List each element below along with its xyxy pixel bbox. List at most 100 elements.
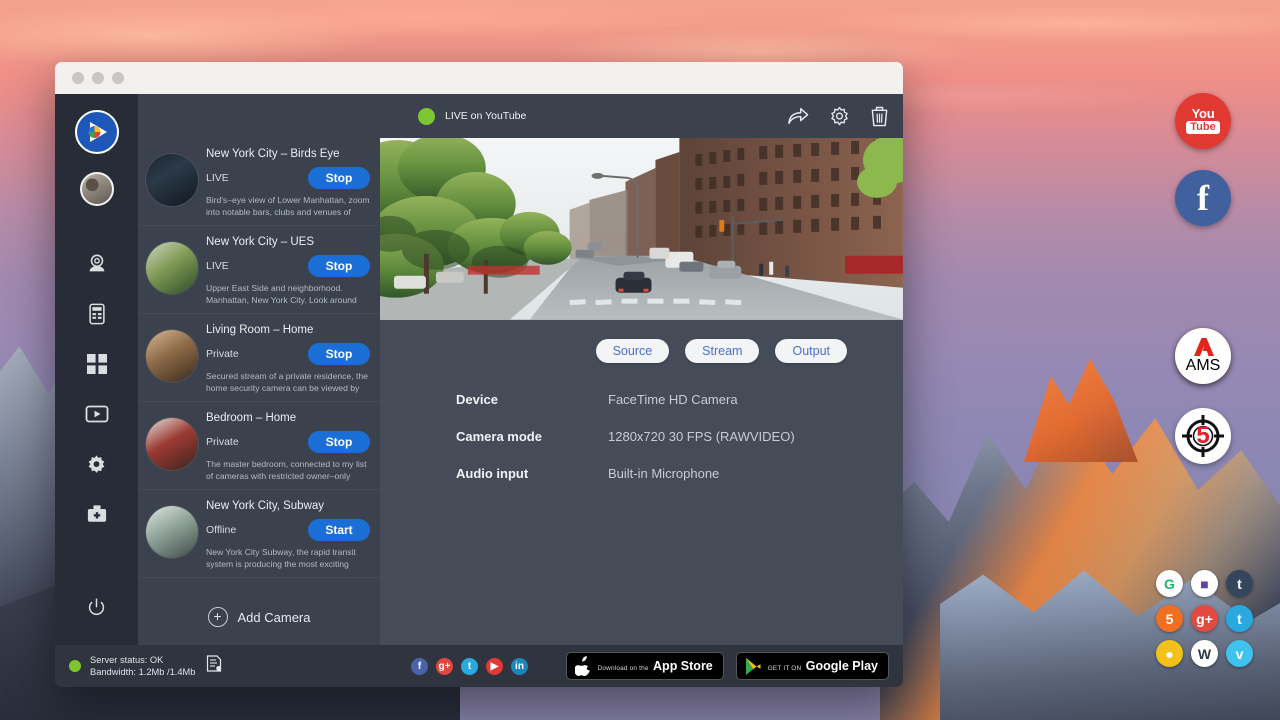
- window-body: New York City – Birds EyeLIVEStopBird's–…: [55, 94, 903, 645]
- share-button[interactable]: [787, 106, 809, 126]
- window-titlebar: [55, 62, 903, 94]
- desktop-mini-icon-grammarly[interactable]: G: [1156, 570, 1183, 597]
- desktop-shortcut-red5[interactable]: 5: [1175, 408, 1231, 464]
- camera-thumbnail: [146, 242, 198, 294]
- camera-thumbnail: [146, 506, 198, 558]
- camera-toggle-button[interactable]: Stop: [308, 255, 370, 277]
- app-store-button[interactable]: Download on the App Store: [566, 652, 724, 680]
- footer-social-linkedin-icon[interactable]: in: [511, 658, 528, 675]
- main-panel: LIVE on YouTube: [380, 94, 903, 645]
- desktop: You Tube f AMS 5 G ■ t 5 g+ t ● Wv: [0, 0, 1280, 720]
- desktop-mini-icon-red5-mini[interactable]: 5: [1156, 605, 1183, 632]
- log-icon[interactable]: [206, 655, 222, 677]
- server-status-group: Server status: OK Bandwidth: 1.2Mb /1.4M…: [69, 654, 379, 678]
- settings-tabs[interactable]: Source Stream Output: [380, 320, 903, 363]
- adobe-ams-label: AMS: [1186, 357, 1221, 375]
- desktop-mini-icon-flash[interactable]: ●: [1156, 640, 1183, 667]
- desktop-mini-icon-twitch[interactable]: ■: [1191, 570, 1218, 597]
- window-close-button[interactable]: [72, 72, 84, 84]
- desktop-mini-icon-google-plus[interactable]: g+: [1191, 605, 1218, 632]
- stream-settings-button[interactable]: [829, 106, 850, 127]
- window-minimize-button[interactable]: [92, 72, 104, 84]
- youtube-you-text: You: [1192, 108, 1215, 120]
- google-play-main: Google Play: [806, 659, 878, 673]
- sidebar-item-power[interactable]: [77, 587, 117, 627]
- app-store-sub: Download on the: [598, 665, 649, 672]
- camera-status-row: LIVEStop: [206, 255, 370, 277]
- camera-list-column: New York City – Birds EyeLIVEStopBird's–…: [138, 94, 380, 645]
- info-row: Audio inputBuilt-in Microphone: [456, 466, 903, 481]
- camera-status-label: Private: [206, 436, 239, 448]
- left-nav-rail: [55, 94, 138, 645]
- google-play-sub: GET IT ON: [768, 665, 802, 672]
- camera-list-item[interactable]: Bedroom – HomePrivateStopThe master bedr…: [138, 402, 380, 490]
- tab-stream[interactable]: Stream: [685, 339, 759, 363]
- sidebar-item-dashboard[interactable]: [77, 344, 117, 384]
- footer-social-google-plus-icon[interactable]: g+: [436, 658, 453, 675]
- server-status-line: Server status: OK: [90, 655, 163, 665]
- camera-description: New York City Subway, the rapid transit …: [206, 547, 370, 570]
- camera-item-body: New York City – UESLIVEStopUpper East Si…: [206, 235, 370, 306]
- camera-list-item[interactable]: New York City – Birds EyeLIVEStopBird's–…: [138, 138, 380, 226]
- desktop-mini-icon-vimeo[interactable]: v: [1226, 640, 1253, 667]
- camera-list-item[interactable]: New York City – UESLIVEStopUpper East Si…: [138, 226, 380, 314]
- footer-social-facebook-icon[interactable]: f: [411, 658, 428, 675]
- camera-toggle-button[interactable]: Stop: [308, 343, 370, 365]
- camera-thumbnail: [146, 418, 198, 470]
- desktop-mini-icon-tumblr[interactable]: t: [1226, 570, 1253, 597]
- server-status-dot: [69, 660, 81, 672]
- desktop-shortcut-facebook[interactable]: f: [1175, 170, 1231, 226]
- camera-description: Secured stream of a private residence, t…: [206, 371, 370, 394]
- video-preview[interactable]: [380, 138, 903, 320]
- facebook-f-glyph: f: [1197, 178, 1209, 218]
- toolbar-actions: [787, 106, 889, 127]
- footer-social-youtube-icon[interactable]: ▶: [486, 658, 503, 675]
- trash-icon: [870, 106, 889, 127]
- footer-social-links[interactable]: f g+ t ▶ in: [411, 658, 528, 675]
- delete-button[interactable]: [870, 106, 889, 127]
- sidebar-item-app-logo[interactable]: [75, 110, 119, 154]
- camera-status-row: LIVEStop: [206, 167, 370, 189]
- footer-social-twitter-icon[interactable]: t: [461, 658, 478, 675]
- camera-description: Bird's–eye view of Lower Manhattan, zoom…: [206, 195, 370, 218]
- info-value: 1280x720 30 FPS (RAWVIDEO): [608, 429, 795, 444]
- sidebar-item-webcam[interactable]: [77, 244, 117, 284]
- camera-list[interactable]: New York City – Birds EyeLIVEStopBird's–…: [138, 138, 380, 585]
- plus-icon: +: [208, 607, 228, 627]
- status-footer: Server status: OK Bandwidth: 1.2Mb /1.4M…: [55, 645, 903, 687]
- live-status-label: LIVE on YouTube: [445, 110, 526, 122]
- desktop-mini-icon-twitter[interactable]: t: [1226, 605, 1253, 632]
- desktop-mini-icon-wordpress[interactable]: W: [1191, 640, 1218, 667]
- sidebar-item-user-avatar[interactable]: [80, 172, 114, 206]
- info-value: Built-in Microphone: [608, 466, 719, 481]
- tab-source[interactable]: Source: [596, 339, 670, 363]
- camera-title: New York City – UES: [206, 235, 370, 250]
- camera-list-item[interactable]: Living Room – HomePrivateStopSecured str…: [138, 314, 380, 402]
- add-camera-button[interactable]: + Add Camera: [138, 585, 380, 645]
- camera-status-row: OfflineStart: [206, 519, 370, 541]
- camera-toggle-button[interactable]: Stop: [308, 431, 370, 453]
- camera-toggle-button[interactable]: Start: [308, 519, 370, 541]
- red5-number: 5: [1196, 424, 1209, 448]
- google-play-icon: [745, 657, 762, 676]
- desktop-shortcut-youtube[interactable]: You Tube: [1175, 93, 1231, 149]
- camera-toggle-button[interactable]: Stop: [308, 167, 370, 189]
- tab-output[interactable]: Output: [775, 339, 847, 363]
- sidebar-item-settings[interactable]: [77, 444, 117, 484]
- adobe-a-icon: [1191, 337, 1215, 357]
- app-store-main: App Store: [653, 659, 713, 673]
- camera-item-body: Bedroom – HomePrivateStopThe master bedr…: [206, 411, 370, 482]
- info-label: Audio input: [456, 466, 608, 481]
- medkit-icon: [86, 504, 108, 524]
- sidebar-item-mobile-device[interactable]: [77, 294, 117, 334]
- camera-status-row: Private Stop: [206, 431, 370, 453]
- info-label: Device: [456, 392, 608, 407]
- camera-thumbnail: [146, 154, 198, 206]
- google-play-button[interactable]: GET IT ON Google Play: [736, 652, 889, 680]
- desktop-shortcut-adobe-ams[interactable]: AMS: [1175, 328, 1231, 384]
- window-maximize-button[interactable]: [112, 72, 124, 84]
- sidebar-item-support[interactable]: [77, 494, 117, 534]
- camera-list-item[interactable]: New York City, SubwayOfflineStartNew Yor…: [138, 490, 380, 578]
- sidebar-item-screen-share[interactable]: [77, 394, 117, 434]
- live-indicator-dot: [418, 108, 435, 125]
